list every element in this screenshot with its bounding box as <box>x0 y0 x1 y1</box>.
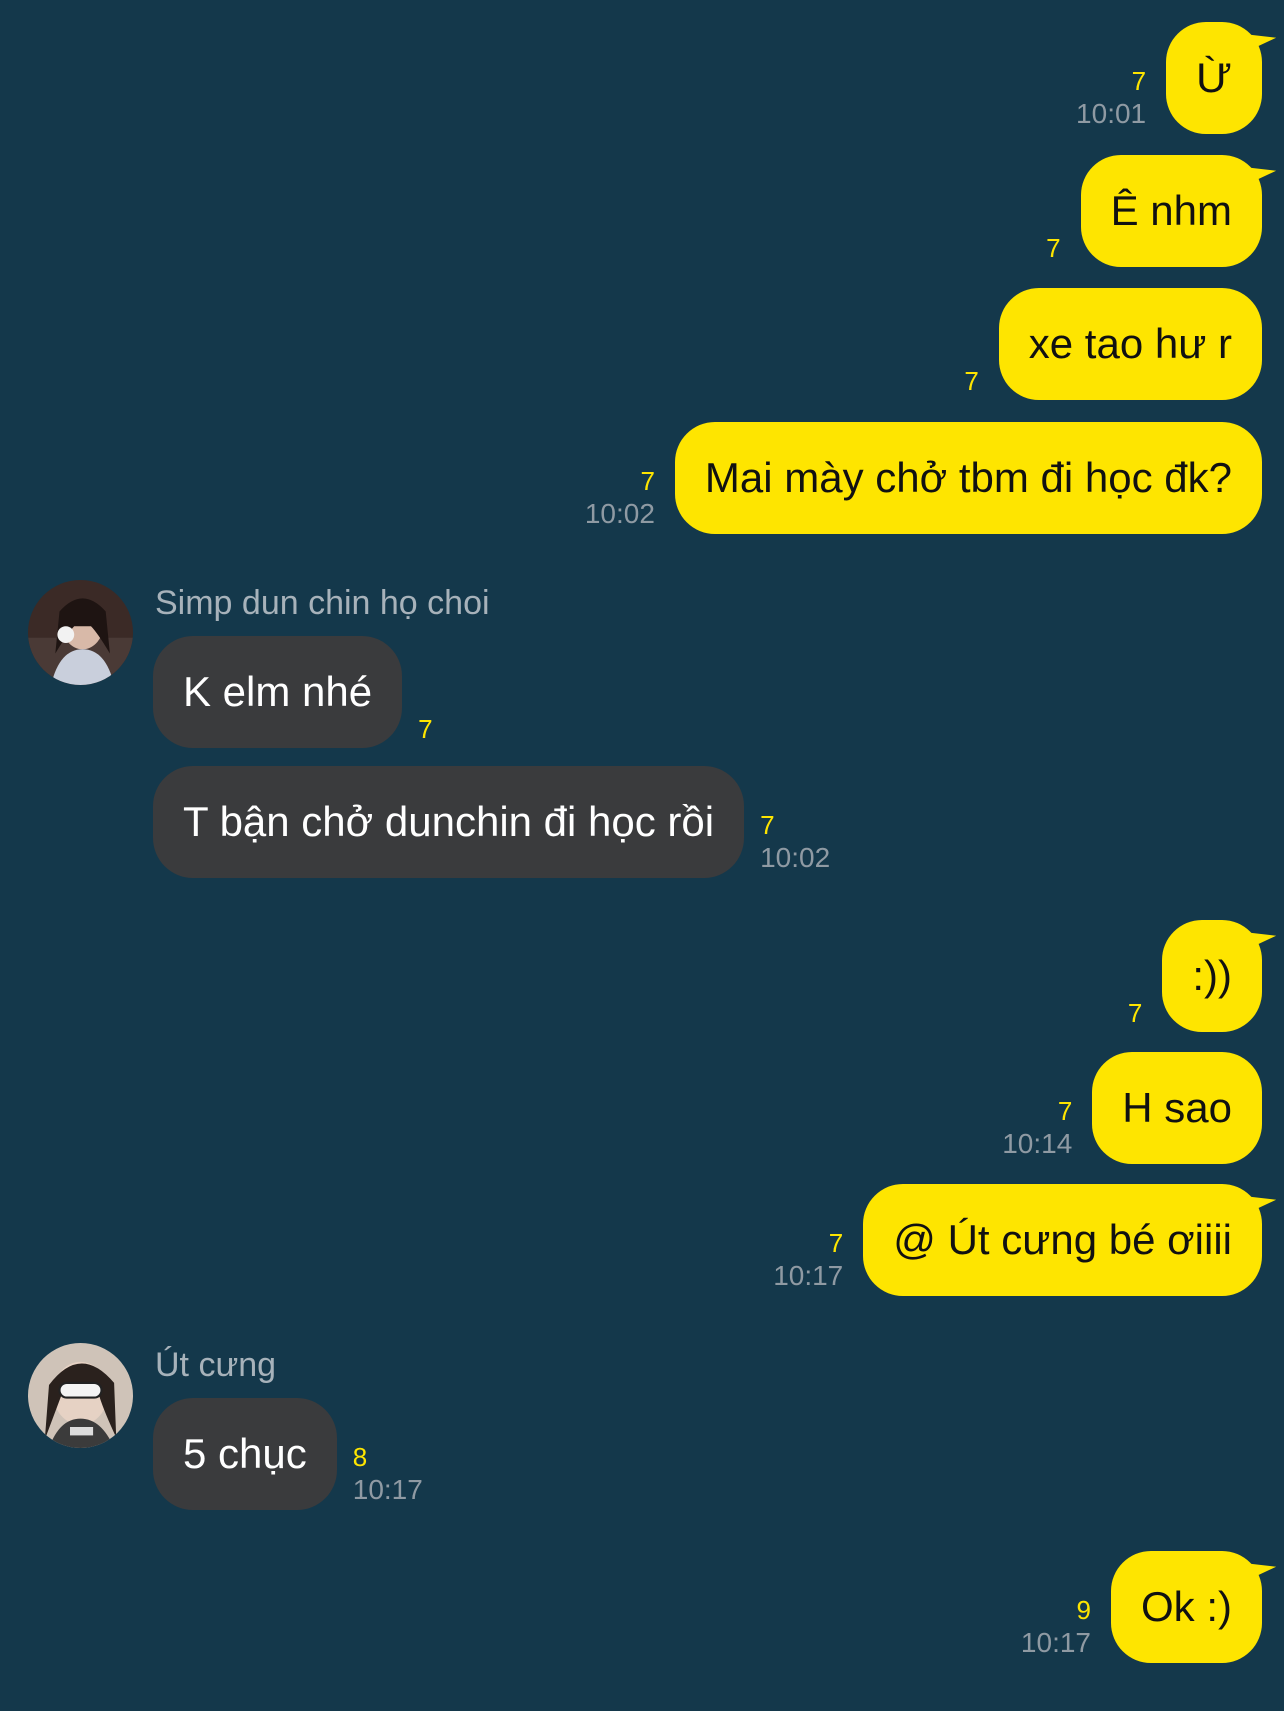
sender-name: Út cưng <box>155 1346 277 1384</box>
unread-count: 7 <box>418 714 433 744</box>
message-time: 10:17 <box>352 1474 423 1505</box>
message-meta: 7 10:02 <box>760 812 830 878</box>
message-meta: 7 10:14 <box>1002 1098 1072 1164</box>
message-meta: 8 10:17 <box>353 1444 423 1510</box>
message-meta: 7 <box>1128 1000 1142 1032</box>
message-time: 10:02 <box>760 842 831 873</box>
message-meta: 7 <box>1046 235 1060 267</box>
message-time: 10:02 <box>584 498 655 529</box>
message-meta: 7 <box>964 368 978 400</box>
profile-photo-icon <box>28 1343 133 1448</box>
profile-photo-icon <box>28 580 133 685</box>
unread-count: 7 <box>1131 66 1147 96</box>
message-meta: 7 10:01 <box>1076 68 1146 134</box>
message-row-incoming: K elm nhé 7 <box>153 636 433 748</box>
message-bubble[interactable]: H sao <box>1092 1052 1262 1164</box>
message-time: 10:17 <box>773 1260 844 1291</box>
message-meta: 9 10:17 <box>1021 1597 1091 1663</box>
message-bubble[interactable]: @ Út cưng bé ơiiii <box>863 1184 1262 1296</box>
unread-count: 8 <box>352 1442 368 1472</box>
message-bubble[interactable]: T bận chở dunchin đi học rồi <box>153 766 745 878</box>
sender-name: Simp dun chin họ choi <box>155 584 490 622</box>
message-row-outgoing: 7 Ê nhm <box>1046 155 1262 267</box>
message-time: 10:17 <box>1020 1627 1091 1658</box>
message-bubble[interactable]: Ê nhm <box>1080 155 1262 267</box>
message-row-outgoing: 7 10:01 Ừ <box>1076 22 1262 134</box>
message-bubble[interactable]: Ừ <box>1166 22 1262 134</box>
unread-count: 7 <box>640 466 655 496</box>
message-row-outgoing: 7 10:14 H sao <box>1002 1052 1262 1164</box>
unread-count: 9 <box>1076 1595 1091 1625</box>
unread-count: 7 <box>1046 233 1061 263</box>
message-bubble[interactable]: K elm nhé <box>153 636 403 748</box>
unread-count: 7 <box>760 810 775 840</box>
unread-count: 7 <box>964 366 979 396</box>
unread-count: 7 <box>1127 998 1143 1028</box>
unread-count: 7 <box>1057 1096 1073 1126</box>
message-row-incoming: 5 chục 8 10:17 <box>153 1398 423 1510</box>
message-bubble[interactable]: 5 chục <box>153 1398 337 1510</box>
message-row-incoming: T bận chở dunchin đi học rồi 7 10:02 <box>153 766 830 878</box>
message-meta: 7 10:17 <box>773 1230 843 1296</box>
message-bubble[interactable]: :)) <box>1162 920 1262 1032</box>
message-time: 10:14 <box>1002 1128 1073 1159</box>
message-row-outgoing: 7 10:17 @ Út cưng bé ơiiii <box>773 1184 1262 1296</box>
message-row-outgoing: 7 :)) <box>1128 920 1262 1032</box>
message-meta: 7 <box>418 716 432 748</box>
avatar[interactable] <box>28 580 133 685</box>
message-row-outgoing: 9 10:17 Ok :) <box>1021 1551 1262 1663</box>
message-row-outgoing: 7 10:02 Mai mày chở tbm đi học đk? <box>585 422 1262 534</box>
message-bubble[interactable]: Ok :) <box>1111 1551 1262 1663</box>
message-bubble[interactable]: xe tao hư r <box>998 288 1262 400</box>
message-meta: 7 10:02 <box>585 468 655 534</box>
unread-count: 7 <box>828 1228 844 1258</box>
avatar[interactable] <box>28 1343 133 1448</box>
message-time: 10:01 <box>1076 98 1147 129</box>
message-row-outgoing: 7 xe tao hư r <box>964 288 1262 400</box>
message-bubble[interactable]: Mai mày chở tbm đi học đk? <box>674 422 1262 534</box>
